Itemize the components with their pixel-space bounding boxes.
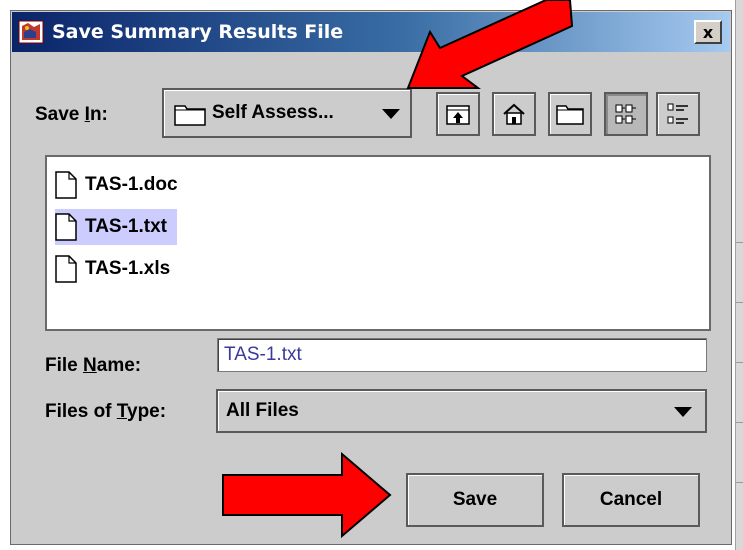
chevron-down-icon	[674, 407, 692, 417]
file-name: TAS-1.doc	[85, 174, 178, 195]
home-icon	[503, 103, 525, 125]
details-view-icon	[667, 103, 688, 124]
file-name-field[interactable]	[217, 338, 707, 372]
file-type-dropdown[interactable]: All Files	[216, 389, 707, 433]
close-button[interactable]: x	[694, 20, 722, 44]
background-divider	[736, 482, 743, 483]
new-folder-button[interactable]	[548, 92, 592, 136]
up-one-level-icon	[446, 105, 470, 125]
new-folder-icon	[556, 105, 584, 125]
file-list[interactable]: TAS-1.doc TAS-1.txt TAS-1.xls	[45, 155, 711, 331]
save-in-dropdown[interactable]: Self Assess...	[162, 88, 412, 138]
document-icon	[55, 255, 77, 283]
background-divider	[736, 422, 743, 423]
folder-icon	[174, 105, 206, 126]
save-dialog: Save Summary Results File x Save In: Sel…	[10, 10, 732, 545]
background-divider	[736, 362, 743, 363]
chevron-down-icon	[382, 109, 400, 119]
document-icon	[55, 171, 77, 199]
file-list-item-selected[interactable]: TAS-1.txt	[55, 209, 177, 245]
close-icon: x	[702, 22, 714, 42]
file-list-item[interactable]: TAS-1.doc	[55, 167, 188, 203]
background-divider	[736, 302, 743, 303]
details-view-button[interactable]	[656, 92, 700, 136]
file-list-item[interactable]: TAS-1.xls	[55, 251, 180, 287]
file-name: TAS-1.txt	[85, 216, 167, 237]
list-view-icon	[615, 104, 636, 124]
file-name-input[interactable]	[218, 339, 706, 371]
save-in-value: Self Assess...	[212, 102, 334, 123]
file-name-label: File Name:	[45, 355, 142, 376]
list-view-button[interactable]	[604, 92, 648, 136]
save-in-label: Save In:	[35, 104, 108, 125]
cancel-button[interactable]: Cancel	[562, 473, 700, 527]
up-one-level-button[interactable]	[436, 92, 480, 136]
file-type-value: All Files	[226, 400, 299, 421]
title-bar[interactable]: Save Summary Results File x	[12, 12, 730, 52]
app-icon	[18, 20, 44, 44]
dialog-title: Save Summary Results File	[52, 21, 344, 43]
file-type-label: Files of Type:	[45, 401, 167, 422]
background-divider	[736, 242, 743, 243]
home-button[interactable]	[492, 92, 536, 136]
document-icon	[55, 213, 77, 241]
background-window-edge	[735, 0, 743, 550]
save-button[interactable]: Save	[406, 473, 544, 527]
file-name: TAS-1.xls	[85, 258, 171, 279]
